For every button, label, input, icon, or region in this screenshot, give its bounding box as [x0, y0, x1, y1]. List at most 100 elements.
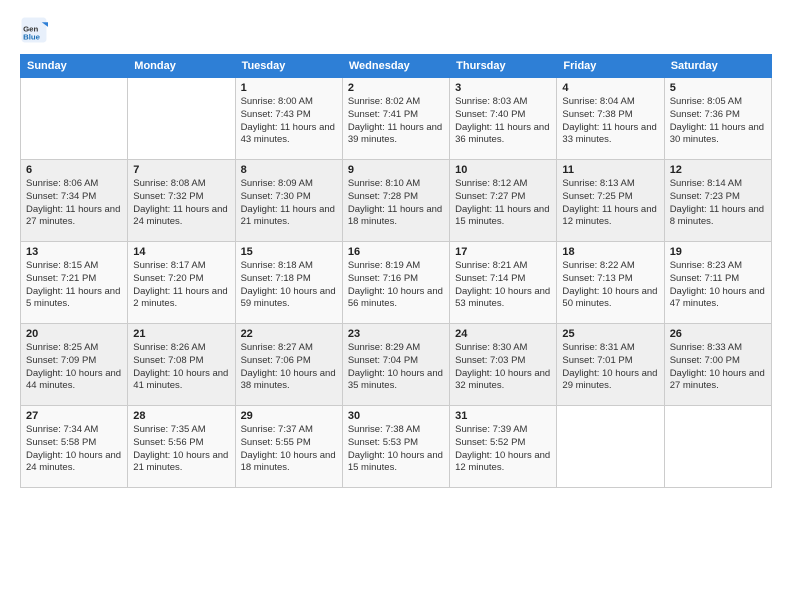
- day-number: 5: [670, 82, 766, 94]
- day-number: 3: [455, 82, 551, 94]
- calendar-cell: 5 Sunrise: 8:05 AM Sunset: 7:36 PM Daylig…: [664, 78, 771, 160]
- day-number: 24: [455, 328, 551, 340]
- day-number: 18: [562, 246, 658, 258]
- day-number: 7: [133, 164, 229, 176]
- calendar-cell: 9 Sunrise: 8:10 AM Sunset: 7:28 PM Daylig…: [342, 160, 449, 242]
- day-number: 30: [348, 410, 444, 422]
- day-info: Sunrise: 8:18 AM Sunset: 7:18 PM Dayligh…: [241, 260, 337, 311]
- day-info: Sunrise: 8:19 AM Sunset: 7:16 PM Dayligh…: [348, 260, 444, 311]
- calendar-cell: 7 Sunrise: 8:08 AM Sunset: 7:32 PM Daylig…: [128, 160, 235, 242]
- calendar-week-row: 1 Sunrise: 8:00 AM Sunset: 7:43 PM Daylig…: [21, 78, 772, 160]
- day-number: 31: [455, 410, 551, 422]
- day-info: Sunrise: 8:14 AM Sunset: 7:23 PM Dayligh…: [670, 178, 766, 229]
- day-info: Sunrise: 8:26 AM Sunset: 7:08 PM Dayligh…: [133, 342, 229, 393]
- day-info: Sunrise: 8:03 AM Sunset: 7:40 PM Dayligh…: [455, 96, 551, 147]
- day-number: 6: [26, 164, 122, 176]
- calendar-cell: 19 Sunrise: 8:23 AM Sunset: 7:11 PM Dayli…: [664, 242, 771, 324]
- day-info: Sunrise: 8:02 AM Sunset: 7:41 PM Dayligh…: [348, 96, 444, 147]
- calendar-cell: 14 Sunrise: 8:17 AM Sunset: 7:20 PM Dayli…: [128, 242, 235, 324]
- logo-icon: Gen Blue: [20, 16, 48, 44]
- weekday-header: Monday: [128, 55, 235, 78]
- calendar-cell: 25Sunrise: 8:31 AM Sunset: 7:01 PM Dayli…: [557, 324, 664, 406]
- day-number: 11: [562, 164, 658, 176]
- day-number: 13: [26, 246, 122, 258]
- day-info: Sunrise: 8:30 AM Sunset: 7:03 PM Dayligh…: [455, 342, 551, 393]
- calendar-cell: 15Sunrise: 8:18 AM Sunset: 7:18 PM Dayli…: [235, 242, 342, 324]
- page: Gen Blue SundayMondayTuesdayWednesdayThu…: [0, 0, 792, 612]
- calendar-cell: 6 Sunrise: 8:06 AM Sunset: 7:34 PM Daylig…: [21, 160, 128, 242]
- day-number: 9: [348, 164, 444, 176]
- day-info: Sunrise: 8:08 AM Sunset: 7:32 PM Dayligh…: [133, 178, 229, 229]
- day-info: Sunrise: 8:05 AM Sunset: 7:36 PM Dayligh…: [670, 96, 766, 147]
- day-number: 29: [241, 410, 337, 422]
- calendar-week-row: 6 Sunrise: 8:06 AM Sunset: 7:34 PM Daylig…: [21, 160, 772, 242]
- day-info: Sunrise: 7:35 AM Sunset: 5:56 PM Dayligh…: [133, 424, 229, 475]
- calendar-cell: 23Sunrise: 8:29 AM Sunset: 7:04 PM Dayli…: [342, 324, 449, 406]
- day-number: 2: [348, 82, 444, 94]
- day-info: Sunrise: 8:06 AM Sunset: 7:34 PM Dayligh…: [26, 178, 122, 229]
- day-number: 12: [670, 164, 766, 176]
- calendar-cell: 11 Sunrise: 8:13 AM Sunset: 7:25 PM Dayli…: [557, 160, 664, 242]
- day-number: 20: [26, 328, 122, 340]
- day-info: Sunrise: 8:25 AM Sunset: 7:09 PM Dayligh…: [26, 342, 122, 393]
- day-number: 1: [241, 82, 337, 94]
- weekday-header: Tuesday: [235, 55, 342, 78]
- day-info: Sunrise: 8:10 AM Sunset: 7:28 PM Dayligh…: [348, 178, 444, 229]
- calendar-cell: [557, 406, 664, 488]
- calendar-cell: [128, 78, 235, 160]
- day-number: 10: [455, 164, 551, 176]
- day-info: Sunrise: 7:37 AM Sunset: 5:55 PM Dayligh…: [241, 424, 337, 475]
- calendar-cell: 20 Sunrise: 8:25 AM Sunset: 7:09 PM Dayli…: [21, 324, 128, 406]
- calendar-cell: [664, 406, 771, 488]
- day-info: Sunrise: 8:04 AM Sunset: 7:38 PM Dayligh…: [562, 96, 658, 147]
- weekday-header: Saturday: [664, 55, 771, 78]
- weekday-header: Thursday: [450, 55, 557, 78]
- day-info: Sunrise: 8:31 AM Sunset: 7:01 PM Dayligh…: [562, 342, 658, 393]
- weekday-row: SundayMondayTuesdayWednesdayThursdayFrid…: [21, 55, 772, 78]
- calendar-cell: 30 Sunrise: 7:38 AM Sunset: 5:53 PM Dayli…: [342, 406, 449, 488]
- day-number: 14: [133, 246, 229, 258]
- day-info: Sunrise: 8:29 AM Sunset: 7:04 PM Dayligh…: [348, 342, 444, 393]
- day-info: Sunrise: 8:23 AM Sunset: 7:11 PM Dayligh…: [670, 260, 766, 311]
- day-info: Sunrise: 8:27 AM Sunset: 7:06 PM Dayligh…: [241, 342, 337, 393]
- day-info: Sunrise: 8:13 AM Sunset: 7:25 PM Dayligh…: [562, 178, 658, 229]
- day-info: Sunrise: 8:22 AM Sunset: 7:13 PM Dayligh…: [562, 260, 658, 311]
- calendar-body: 1 Sunrise: 8:00 AM Sunset: 7:43 PM Daylig…: [21, 78, 772, 488]
- day-number: 19: [670, 246, 766, 258]
- day-number: 4: [562, 82, 658, 94]
- logo: Gen Blue: [20, 16, 52, 44]
- calendar-cell: 1 Sunrise: 8:00 AM Sunset: 7:43 PM Daylig…: [235, 78, 342, 160]
- day-number: 8: [241, 164, 337, 176]
- calendar-week-row: 27Sunrise: 7:34 AM Sunset: 5:58 PM Dayli…: [21, 406, 772, 488]
- day-number: 27: [26, 410, 122, 422]
- day-info: Sunrise: 8:09 AM Sunset: 7:30 PM Dayligh…: [241, 178, 337, 229]
- day-info: Sunrise: 8:00 AM Sunset: 7:43 PM Dayligh…: [241, 96, 337, 147]
- weekday-header: Sunday: [21, 55, 128, 78]
- day-info: Sunrise: 8:15 AM Sunset: 7:21 PM Dayligh…: [26, 260, 122, 311]
- calendar-cell: 26 Sunrise: 8:33 AM Sunset: 7:00 PM Dayli…: [664, 324, 771, 406]
- calendar-cell: 18 Sunrise: 8:22 AM Sunset: 7:13 PM Dayli…: [557, 242, 664, 324]
- calendar-week-row: 20 Sunrise: 8:25 AM Sunset: 7:09 PM Dayli…: [21, 324, 772, 406]
- calendar-cell: 8 Sunrise: 8:09 AM Sunset: 7:30 PM Daylig…: [235, 160, 342, 242]
- day-info: Sunrise: 8:12 AM Sunset: 7:27 PM Dayligh…: [455, 178, 551, 229]
- day-number: 21: [133, 328, 229, 340]
- calendar-cell: 12 Sunrise: 8:14 AM Sunset: 7:23 PM Dayli…: [664, 160, 771, 242]
- day-number: 28: [133, 410, 229, 422]
- calendar-cell: 4 Sunrise: 8:04 AM Sunset: 7:38 PM Daylig…: [557, 78, 664, 160]
- day-info: Sunrise: 7:38 AM Sunset: 5:53 PM Dayligh…: [348, 424, 444, 475]
- day-info: Sunrise: 8:33 AM Sunset: 7:00 PM Dayligh…: [670, 342, 766, 393]
- calendar-cell: 10 Sunrise: 8:12 AM Sunset: 7:27 PM Dayli…: [450, 160, 557, 242]
- day-number: 22: [241, 328, 337, 340]
- day-number: 26: [670, 328, 766, 340]
- calendar-cell: 21 Sunrise: 8:26 AM Sunset: 7:08 PM Dayli…: [128, 324, 235, 406]
- calendar-header: SundayMondayTuesdayWednesdayThursdayFrid…: [21, 55, 772, 78]
- calendar-cell: 27Sunrise: 7:34 AM Sunset: 5:58 PM Dayli…: [21, 406, 128, 488]
- day-info: Sunrise: 8:21 AM Sunset: 7:14 PM Dayligh…: [455, 260, 551, 311]
- header: Gen Blue: [20, 16, 772, 44]
- calendar-cell: 29 Sunrise: 7:37 AM Sunset: 5:55 PM Dayli…: [235, 406, 342, 488]
- calendar-cell: 2 Sunrise: 8:02 AM Sunset: 7:41 PM Daylig…: [342, 78, 449, 160]
- calendar-cell: 17Sunrise: 8:21 AM Sunset: 7:14 PM Dayli…: [450, 242, 557, 324]
- calendar-cell: 24 Sunrise: 8:30 AM Sunset: 7:03 PM Dayli…: [450, 324, 557, 406]
- day-info: Sunrise: 8:17 AM Sunset: 7:20 PM Dayligh…: [133, 260, 229, 311]
- day-number: 16: [348, 246, 444, 258]
